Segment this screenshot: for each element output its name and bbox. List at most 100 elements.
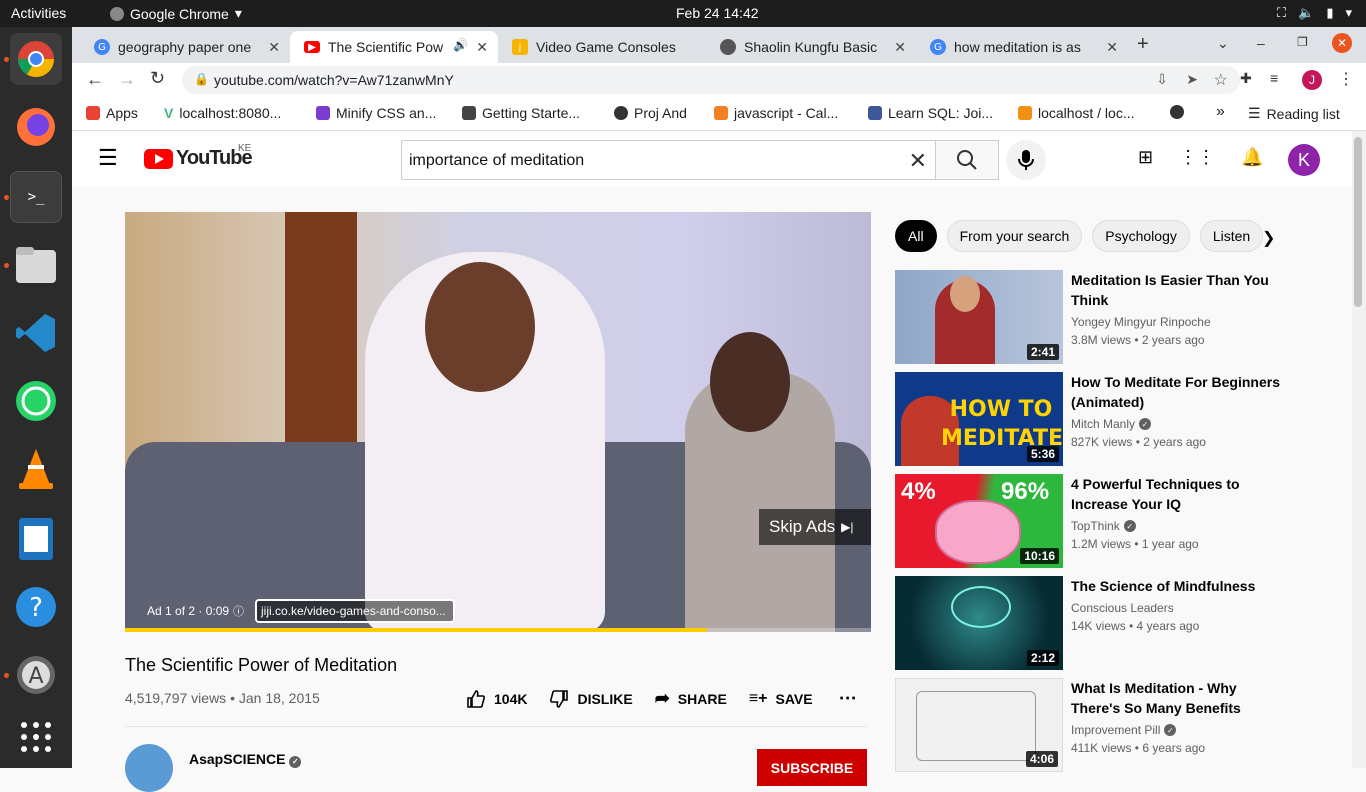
activities-button[interactable]: Activities: [11, 5, 66, 21]
terminal-icon[interactable]: >_: [10, 171, 62, 223]
address-bar[interactable]: 🔒 youtube.com/watch?v=Aw71zanwMnY ⇩ ➤ ☆: [182, 66, 1240, 94]
save-button[interactable]: ≡+ SAVE: [749, 690, 813, 708]
tab-meditation-search[interactable]: G how meditation is as ✕: [916, 31, 1128, 63]
bookmark-getting-started[interactable]: Getting Starte...: [462, 105, 580, 121]
channel-avatar[interactable]: [125, 744, 173, 792]
more-menu-icon[interactable]: ⋮: [1338, 69, 1354, 89]
voice-search-button[interactable]: [1006, 140, 1046, 180]
profile-avatar[interactable]: J: [1302, 70, 1322, 90]
recommendation-item[interactable]: 2:12 The Science of Mindfulness Consciou…: [895, 576, 1285, 670]
chip-all[interactable]: All: [895, 220, 937, 252]
bookmark-localhost-pma[interactable]: localhost / loc...: [1018, 105, 1135, 121]
vlc-icon[interactable]: [10, 443, 62, 495]
minimize-button[interactable]: –: [1257, 35, 1265, 51]
close-icon[interactable]: ✕: [894, 39, 906, 56]
skip-ads-button[interactable]: Skip Ads ▶|: [759, 509, 871, 545]
tab-video-game-consoles[interactable]: j Video Game Consoles: [498, 31, 706, 63]
recommendation-channel[interactable]: Conscious Leaders: [1071, 601, 1174, 615]
tab-geography[interactable]: G geography paper one ✕: [80, 31, 290, 63]
bookmark-localhost-8080[interactable]: Vlocalhost:8080...: [164, 105, 281, 121]
new-tab-button[interactable]: +: [1137, 33, 1149, 56]
whatsapp-icon[interactable]: [10, 375, 62, 427]
ad-info-icon[interactable]: ⓘ: [233, 603, 244, 619]
more-actions-icon[interactable]: ⋯: [839, 688, 857, 709]
video-player[interactable]: Skip Ads ▶| Ad 1 of 2 · 0:09 ⓘ jiji.co.k…: [125, 212, 871, 632]
maximize-button[interactable]: ❐: [1297, 35, 1308, 49]
install-icon[interactable]: ⇩: [1156, 71, 1168, 88]
recommendation-title[interactable]: How To Meditate For Beginners (Animated): [1071, 372, 1281, 412]
recommendation-item[interactable]: HOW TO MEDITATE 5:36 How To Meditate For…: [895, 372, 1285, 466]
bookmark-proj-and[interactable]: Proj And: [614, 105, 687, 121]
dislike-button[interactable]: DISLIKE: [549, 689, 633, 709]
ad-progress-bar[interactable]: [125, 628, 871, 632]
recommendation-title[interactable]: The Science of Mindfulness: [1071, 576, 1281, 596]
bookmark-learn-sql[interactable]: Learn SQL: Joi...: [868, 105, 993, 121]
youtube-logo[interactable]: YouTube KE: [144, 143, 253, 170]
media-icon[interactable]: ≡: [1270, 70, 1278, 86]
clear-search-icon[interactable]: ✕: [909, 148, 927, 174]
recommendation-title[interactable]: What Is Meditation - Why There's So Many…: [1071, 678, 1281, 718]
document-viewer-icon[interactable]: [10, 513, 62, 565]
close-icon[interactable]: ✕: [476, 39, 488, 56]
video-thumbnail[interactable]: 4:06: [895, 678, 1063, 772]
bookmark-minify-css[interactable]: Minify CSS an...: [316, 105, 436, 121]
recommendation-item[interactable]: 2:41 Meditation Is Easier Than You Think…: [895, 270, 1285, 364]
chip-from-your-search[interactable]: From your search: [946, 220, 1083, 252]
help-icon[interactable]: ?: [10, 581, 62, 633]
forward-icon[interactable]: →: [118, 69, 136, 90]
clock[interactable]: Feb 24 14:42: [676, 5, 759, 21]
video-thumbnail[interactable]: 4% 96% 10:16: [895, 474, 1063, 568]
close-icon[interactable]: ✕: [268, 39, 280, 56]
recommendation-title[interactable]: 4 Powerful Techniques to Increase Your I…: [1071, 474, 1281, 514]
recommendation-channel[interactable]: Yongey Mingyur Rinpoche: [1071, 315, 1211, 329]
show-applications-icon[interactable]: [10, 711, 62, 763]
recommendation-channel[interactable]: Mitch Manly ✓: [1071, 417, 1152, 431]
tab-youtube-active[interactable]: ▶ The Scientific Pow 🔊 ✕: [290, 31, 498, 63]
firefox-icon[interactable]: [10, 101, 62, 153]
create-video-icon[interactable]: ⊞: [1138, 147, 1153, 168]
reading-list-button[interactable]: ☰ Reading list: [1248, 105, 1340, 122]
reload-icon[interactable]: ↻: [150, 68, 165, 89]
chrome-icon[interactable]: [10, 33, 62, 85]
video-thumbnail[interactable]: 2:12: [895, 576, 1063, 670]
send-icon[interactable]: ➤: [1186, 71, 1198, 88]
recommendation-title[interactable]: Meditation Is Easier Than You Think: [1071, 270, 1281, 310]
chip-psychology[interactable]: Psychology: [1092, 220, 1190, 252]
back-icon[interactable]: ←: [86, 69, 104, 90]
close-window-button[interactable]: ✕: [1332, 33, 1352, 53]
video-thumbnail[interactable]: HOW TO MEDITATE 5:36: [895, 372, 1063, 466]
files-icon[interactable]: [10, 239, 62, 291]
share-button[interactable]: ➦ SHARE: [655, 688, 727, 709]
software-updater-icon[interactable]: A: [10, 649, 62, 701]
tab-search-icon[interactable]: ⌄: [1217, 35, 1229, 52]
vscode-icon[interactable]: [10, 307, 62, 359]
bookmarks-overflow-button[interactable]: »: [1216, 103, 1225, 121]
chevron-right-icon[interactable]: ❯: [1262, 228, 1275, 248]
tab-shaolin[interactable]: Shaolin Kungfu Basic ✕: [706, 31, 916, 63]
recommendation-item[interactable]: 4% 96% 10:16 4 Powerful Techniques to In…: [895, 474, 1285, 568]
bookmark-apps[interactable]: Apps: [86, 105, 138, 121]
like-button[interactable]: 104K: [466, 689, 527, 709]
notifications-bell-icon[interactable]: 🔔: [1241, 147, 1263, 168]
speaker-icon[interactable]: 🔊: [453, 38, 468, 52]
search-input[interactable]: importance of meditation ✕: [401, 140, 936, 180]
hamburger-menu-icon[interactable]: ☰: [98, 145, 118, 171]
bookmark-javascript[interactable]: javascript - Cal...: [714, 105, 838, 121]
bookmark-star-icon[interactable]: ☆: [1214, 70, 1228, 90]
page-scrollbar[interactable]: [1352, 131, 1366, 768]
close-icon[interactable]: ✕: [1106, 39, 1118, 56]
account-avatar[interactable]: K: [1288, 144, 1320, 176]
scrollbar-thumb[interactable]: [1354, 137, 1362, 307]
channel-name[interactable]: AsapSCIENCE ✓: [189, 751, 302, 768]
bookmark-globe[interactable]: [1170, 105, 1184, 119]
extensions-icon[interactable]: ✚: [1240, 70, 1252, 87]
apps-grid-icon[interactable]: ⋮⋮: [1179, 147, 1215, 168]
system-tray[interactable]: ⛶ 🔈 ▮ ▾: [1277, 5, 1352, 21]
search-button[interactable]: [935, 140, 999, 180]
recommendation-item[interactable]: 4:06 What Is Meditation - Why There's So…: [895, 678, 1285, 772]
recommendation-channel[interactable]: TopThink ✓: [1071, 519, 1136, 533]
app-menu[interactable]: Google Chrome ▾: [110, 5, 242, 22]
video-thumbnail[interactable]: 2:41: [895, 270, 1063, 364]
ad-link[interactable]: jiji.co.ke/video-games-and-conso...: [255, 599, 455, 623]
chip-listen[interactable]: Listen: [1199, 220, 1264, 252]
